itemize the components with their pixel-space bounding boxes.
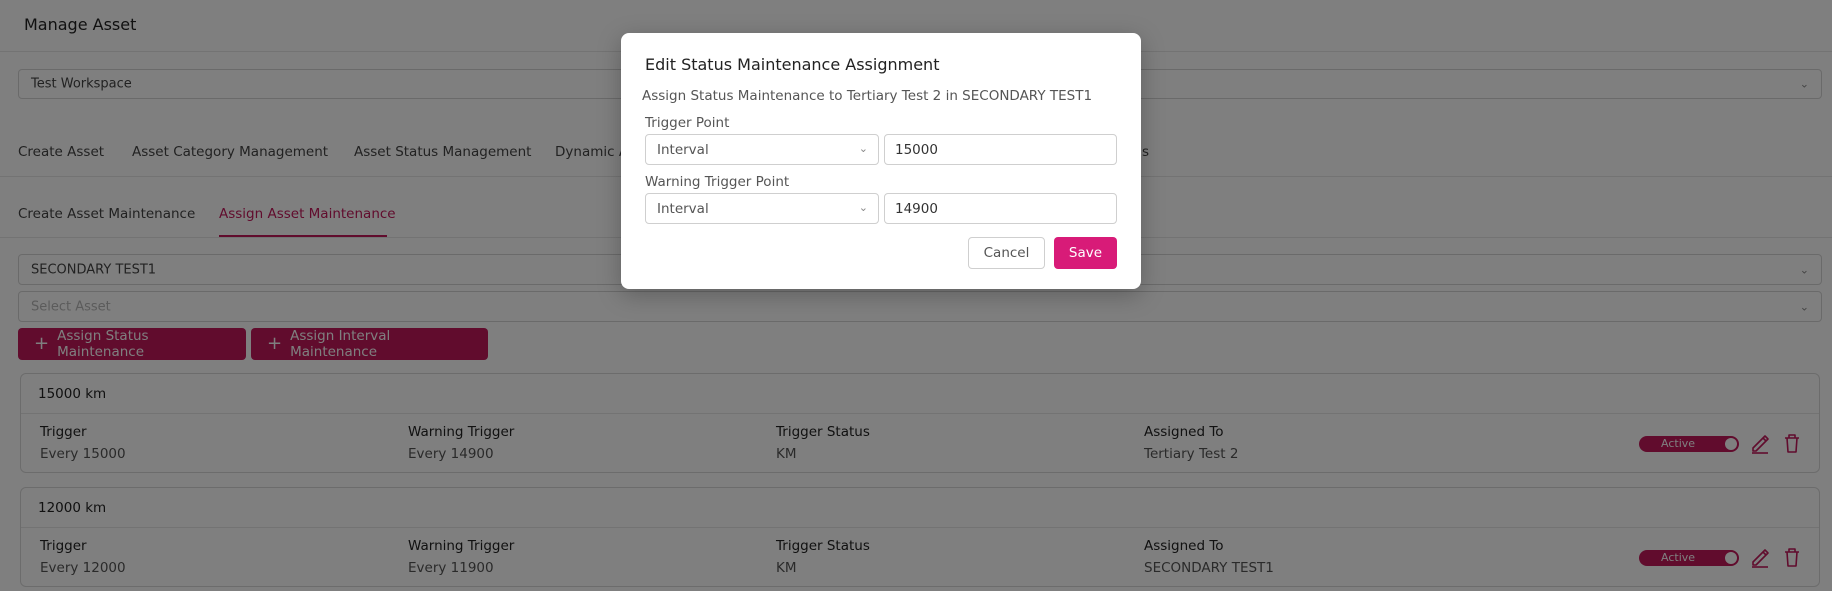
chevron-down-icon: ⌄ [858, 201, 868, 214]
trigger-type-select[interactable]: Interval ⌄ [645, 134, 879, 165]
trigger-type-value: Interval [657, 142, 709, 158]
modal-title: Edit Status Maintenance Assignment [645, 55, 940, 74]
save-button[interactable]: Save [1054, 237, 1117, 269]
warning-value-input[interactable] [884, 193, 1117, 224]
edit-status-maintenance-modal: Edit Status Maintenance Assignment Assig… [621, 33, 1141, 289]
trigger-point-label: Trigger Point [645, 115, 730, 131]
modal-subtitle: Assign Status Maintenance to Tertiary Te… [642, 88, 1093, 104]
trigger-value-input[interactable] [884, 134, 1117, 165]
manage-asset-page: Manage Asset Test Workspace ⌄ Create Ass… [0, 0, 1832, 591]
warning-type-value: Interval [657, 201, 709, 217]
chevron-down-icon: ⌄ [858, 142, 868, 155]
warning-type-select[interactable]: Interval ⌄ [645, 193, 879, 224]
cancel-button[interactable]: Cancel [968, 237, 1045, 269]
warning-trigger-point-label: Warning Trigger Point [645, 174, 790, 190]
